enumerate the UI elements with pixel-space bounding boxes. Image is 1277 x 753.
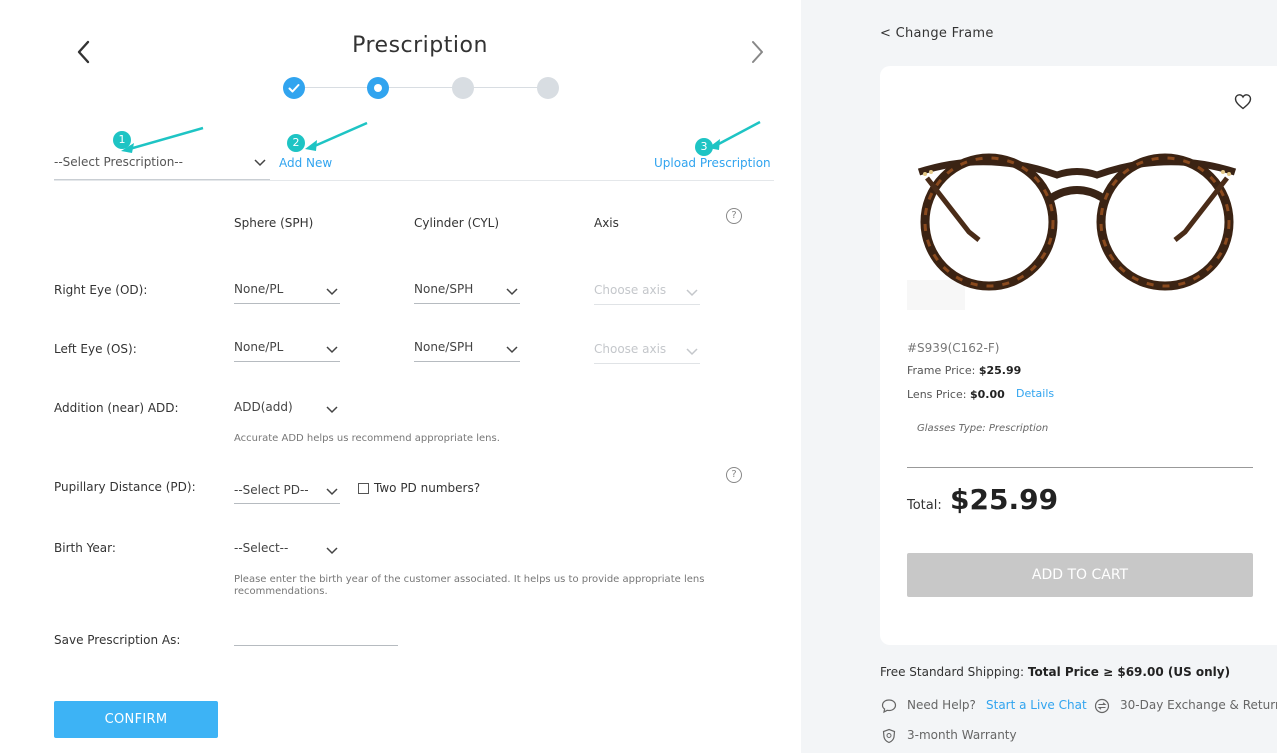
pd-value: --Select PD--: [234, 483, 309, 497]
chevron-down-icon: [326, 547, 338, 555]
heart-icon[interactable]: [1234, 93, 1252, 110]
details-link[interactable]: Details: [1016, 387, 1054, 400]
warranty-row: 3-month Warranty: [907, 728, 1017, 742]
right-eye-axis-value: Choose axis: [594, 283, 667, 297]
hint-arrow-icon: [121, 126, 204, 153]
live-chat-row: Start a Live Chat: [986, 698, 1087, 712]
forward-arrow-icon[interactable]: [745, 38, 769, 66]
birth-year-note: Please enter the birth year of the custo…: [234, 574, 705, 597]
chevron-down-icon: [686, 348, 698, 356]
axis-column-header: Axis: [594, 216, 619, 230]
left-eye-sphere-value: None/PL: [234, 340, 284, 354]
page-title: Prescription: [352, 33, 488, 58]
change-frame-link[interactable]: < Change Frame: [880, 26, 994, 41]
addition-label: Addition (near) ADD:: [54, 401, 179, 415]
frame-price-label: Frame Price:: [907, 364, 976, 377]
step-3-upcoming: [452, 77, 474, 99]
shipping-info: Free Standard Shipping: Total Price ≥ $6…: [880, 665, 1230, 679]
live-chat-link[interactable]: Start a Live Chat: [986, 698, 1087, 712]
step-2-current[interactable]: [367, 77, 389, 99]
need-help-label: Need Help?: [907, 698, 976, 712]
lens-price-label: Lens Price:: [907, 388, 967, 401]
step-connector: [293, 87, 548, 88]
add-new-link[interactable]: Add New: [279, 156, 332, 170]
upload-prescription-link[interactable]: Upload Prescription: [654, 156, 771, 170]
frame-price-value: $25.99: [978, 364, 1022, 377]
two-pd-label[interactable]: Two PD numbers?: [374, 481, 480, 495]
left-eye-axis-dropdown[interactable]: Choose axis: [594, 340, 700, 364]
right-eye-label: Right Eye (OD):: [54, 283, 148, 297]
checkmark-icon: [288, 84, 300, 93]
divider: [907, 467, 1253, 468]
product-sku: #S939(C162-F): [907, 341, 1000, 355]
hint-arrow-icon: [708, 120, 761, 150]
left-eye-label: Left Eye (OS):: [54, 342, 137, 356]
step-1-completed[interactable]: [283, 77, 305, 99]
chevron-down-icon: [506, 288, 518, 296]
left-eye-cylinder-value: None/SPH: [414, 340, 474, 354]
total-price: $25.99: [950, 483, 1059, 516]
chevron-down-icon: [326, 346, 338, 354]
right-eye-sphere-value: None/PL: [234, 282, 284, 296]
left-eye-sphere-dropdown[interactable]: None/PL: [234, 338, 340, 362]
glasses-product-image: [907, 120, 1247, 310]
addition-note: Accurate ADD helps us recommend appropri…: [234, 433, 500, 444]
right-eye-sphere-dropdown[interactable]: None/PL: [234, 280, 340, 304]
birth-year-label: Birth Year:: [54, 541, 116, 555]
two-pd-checkbox[interactable]: [358, 483, 369, 494]
chevron-down-icon: [686, 289, 698, 297]
addition-dropdown[interactable]: ADD(add): [234, 398, 340, 422]
chevron-down-icon: [254, 159, 266, 167]
lens-price-line: Lens Price: $0.00: [907, 388, 1005, 401]
lens-price-value: $0.00: [969, 388, 1005, 401]
shipping-label: Free Standard Shipping:: [880, 665, 1025, 679]
save-prescription-input[interactable]: [234, 628, 398, 646]
chevron-down-icon: [326, 288, 338, 296]
select-prescription-value: --Select Prescription--: [54, 155, 183, 169]
birth-year-dropdown[interactable]: --Select--: [234, 539, 340, 563]
question-icon[interactable]: ?: [726, 208, 742, 224]
cylinder-column-header: Cylinder (CYL): [414, 216, 500, 230]
step-4-upcoming: [537, 77, 559, 99]
chevron-down-icon: [326, 488, 338, 496]
glasses-type: Glasses Type: Prescription: [917, 423, 1049, 434]
pd-dropdown[interactable]: --Select PD--: [234, 480, 340, 504]
right-eye-axis-dropdown[interactable]: Choose axis: [594, 281, 700, 305]
exchange-label: 30-Day Exchange & Return: [1120, 698, 1277, 712]
confirm-button[interactable]: CONFIRM: [54, 701, 218, 738]
divider: [54, 180, 774, 181]
sphere-column-header: Sphere (SPH): [234, 216, 314, 230]
addition-value: ADD(add): [234, 400, 293, 414]
exchange-icon: [1094, 698, 1110, 714]
chevron-down-icon: [326, 406, 338, 414]
left-eye-axis-value: Choose axis: [594, 342, 667, 356]
frame-price-line: Frame Price: $25.99: [907, 364, 1021, 377]
need-help-row: Need Help?: [907, 698, 976, 712]
select-prescription-dropdown[interactable]: --Select Prescription--: [54, 152, 270, 180]
hint-arrow-icon: [305, 121, 368, 151]
chat-bubble-icon: [881, 699, 897, 714]
exchange-row: 30-Day Exchange & Return: [1120, 698, 1277, 712]
save-prescription-label: Save Prescription As:: [54, 633, 181, 647]
question-icon[interactable]: ?: [726, 467, 742, 483]
shipping-threshold: Total Price ≥ $69.00 (US only): [1027, 665, 1231, 679]
birth-year-value: --Select--: [234, 541, 289, 555]
warranty-label: 3-month Warranty: [907, 728, 1017, 742]
right-eye-cylinder-value: None/SPH: [414, 282, 474, 296]
pd-label: Pupillary Distance (PD):: [54, 480, 196, 494]
total-label: Total:: [907, 498, 942, 513]
right-eye-cylinder-dropdown[interactable]: None/SPH: [414, 280, 520, 304]
chevron-down-icon: [506, 346, 518, 354]
shield-icon: [882, 728, 896, 744]
left-eye-cylinder-dropdown[interactable]: None/SPH: [414, 338, 520, 362]
add-to-cart-button[interactable]: ADD TO CART: [907, 553, 1253, 597]
step-indicator: [283, 77, 560, 99]
